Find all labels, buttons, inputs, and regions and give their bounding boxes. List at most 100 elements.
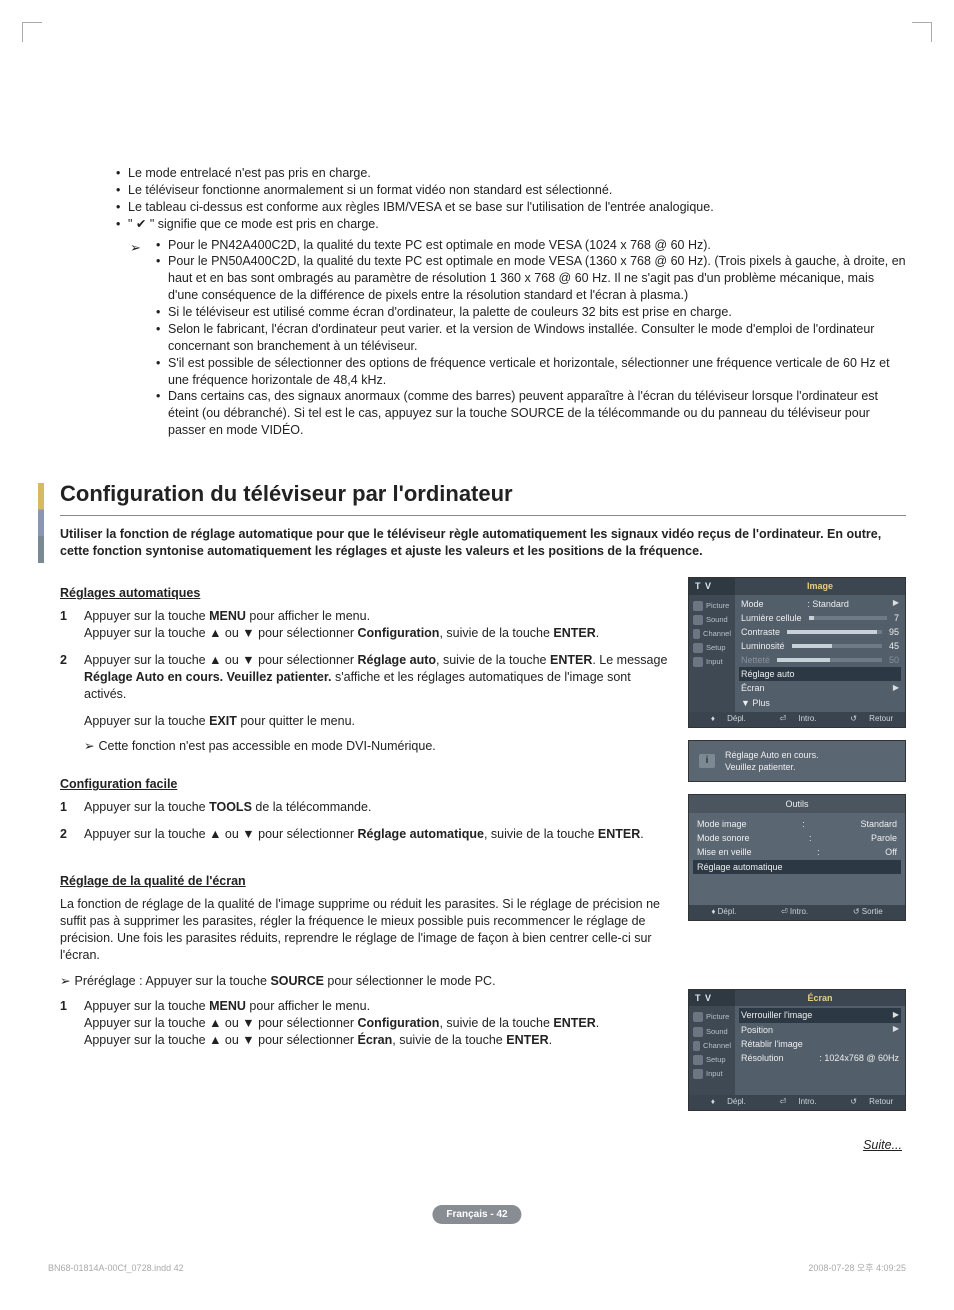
t: Intro. [788, 1097, 816, 1106]
step-text: Appuyer sur la touche ▲ ou ▼ pour sélect… [84, 652, 668, 703]
step-2: 2 Appuyer sur la touche ▲ ou ▼ pour séle… [60, 652, 668, 703]
t: Appuyer sur la touche [84, 800, 209, 814]
osd-footer: ♦ Dépl. ⏎ Intro. ↺ Retour [689, 712, 905, 727]
osd-image-menu: T V Image Picture Sound Channel Setup In… [688, 577, 906, 727]
t: pour sélectionner le mode PC. [324, 974, 496, 988]
picture-icon [693, 601, 703, 611]
t: , suivie de la touche [436, 653, 550, 667]
t: ENTER [598, 827, 640, 841]
top-bullet-list: Le mode entrelacé n'est pas pris en char… [116, 165, 906, 233]
t: Retour [859, 714, 893, 723]
section-intro: Utiliser la fonction de réglage automati… [60, 526, 906, 560]
osd-side-setup: Setup [689, 641, 735, 655]
t: ENTER [506, 1033, 548, 1047]
t: . [640, 827, 643, 841]
t: Lumière cellule [741, 612, 802, 624]
t: . Le message [592, 653, 667, 667]
t: SOURCE [270, 974, 323, 988]
t: . [596, 626, 599, 640]
exit-icon: ↺ Sortie [853, 907, 883, 918]
t: ENTER [550, 653, 592, 667]
t: Appuyer sur la touche ▲ ou ▼ pour sélect… [84, 827, 358, 841]
t: Appuyer sur la touche ▲ ou ▼ pour sélect… [84, 1033, 358, 1047]
osd-footer: ♦ Dépl. ⏎ Intro. ↺ Retour [689, 1095, 905, 1110]
t: EXIT [209, 714, 237, 728]
osd-info-message: i Réglage Auto en cours. Veuillez patien… [688, 740, 906, 782]
picture-icon [693, 1012, 703, 1022]
enter-icon: ⏎ Intro. [769, 714, 816, 725]
t: Picture [706, 1012, 729, 1022]
t: Sound [706, 615, 728, 625]
t: Input [706, 1069, 723, 1079]
return-icon: ↺ Retour [840, 714, 893, 725]
osd-main: Mode: Standard▶ Lumière cellule7 Contras… [735, 595, 905, 712]
t: pour afficher le menu. [246, 609, 370, 623]
step-number: 2 [60, 652, 74, 703]
t: Appuyer sur la touche [84, 609, 209, 623]
t: Intro. [790, 907, 808, 916]
quality-para: La fonction de réglage de la qualité de … [60, 896, 668, 964]
step-text: Appuyer sur la touche MENU pour afficher… [84, 998, 599, 1049]
t: de la télécommande. [252, 800, 372, 814]
t: Contraste [741, 626, 780, 638]
t: TOOLS [209, 800, 252, 814]
t: 95 [889, 626, 899, 638]
osd-ecran-menu: T V Écran Picture Sound Channel Setup In… [688, 989, 906, 1111]
easy-step-1: 1 Appuyer sur la touche TOOLS de la télé… [60, 799, 668, 816]
setup-icon [693, 1055, 703, 1065]
t: Mode sonore [697, 832, 750, 844]
setup-icon [693, 643, 703, 653]
tools-title: Outils [689, 795, 905, 813]
osd-tv-label: T V [689, 990, 735, 1006]
t: 7 [894, 612, 899, 624]
t: Setup [706, 1055, 726, 1065]
t: Channel [703, 1041, 731, 1051]
t: 50 [889, 654, 899, 666]
enter-icon: ⏎ Intro. [781, 907, 808, 918]
t: Dépl. [717, 714, 746, 723]
t: Picture [706, 601, 729, 611]
osd-side-channel: Channel [689, 627, 735, 641]
t: Standard [860, 818, 897, 830]
t: Mode image [697, 818, 747, 830]
bullet: Dans certains cas, des signaux anormaux … [156, 388, 906, 439]
info-icon: i [699, 754, 715, 768]
move-icon: ♦ Dépl. [701, 1097, 746, 1108]
section-marker-icon [38, 483, 44, 563]
step-number: 1 [60, 799, 74, 816]
move-icon: ♦ Dépl. [711, 907, 736, 918]
bullet: Pour le PN50A400C2D, la qualité du texte… [156, 253, 906, 304]
t: Cette fonction n'est pas accessible en m… [98, 739, 435, 753]
t: : Standard [807, 598, 849, 610]
osd-side-sound: Sound [689, 613, 735, 627]
step-number: 1 [60, 998, 74, 1049]
return-icon: ↺ Retour [840, 1097, 893, 1108]
tools-footer: ♦ Dépl. ⏎ Intro. ↺ Sortie [689, 905, 905, 920]
chevron-right-icon: ▶ [893, 1024, 899, 1035]
bullet: Le tableau ci-dessus est conforme aux rè… [116, 199, 906, 216]
t: Parole [871, 832, 897, 844]
osd-tools-menu: Outils Mode image:Standard Mode sonore:P… [688, 794, 906, 922]
subhead-quality: Réglage de la qualité de l'écran [60, 873, 668, 890]
bullet: Si le téléviseur est utilisé comme écran… [156, 304, 906, 321]
t: Rétablir l'image [741, 1038, 803, 1050]
osd-title: Image [735, 578, 905, 594]
bullet: Le mode entrelacé n'est pas pris en char… [116, 165, 906, 182]
t: Résolution [741, 1052, 784, 1064]
t: Mise en veille [697, 846, 752, 858]
osd-side-input: Input [689, 1067, 735, 1081]
t: MENU [209, 609, 246, 623]
bullet: S'il est possible de sélectionner des op… [156, 355, 906, 389]
t: pour afficher le menu. [246, 999, 370, 1013]
t: Appuyer sur la touche ▲ ou ▼ pour sélect… [84, 626, 358, 640]
t: Appuyer sur la touche [84, 714, 209, 728]
t: Réglage auto [358, 653, 437, 667]
osd-side-picture: Picture [689, 1010, 735, 1024]
quality-step-1: 1 Appuyer sur la touche MENU pour affich… [60, 998, 668, 1049]
t: Position [741, 1024, 773, 1036]
footer-timestamp: 2008-07-28 오후 4:09:25 [808, 1262, 906, 1274]
prereg-line: ➢Préréglage : Appuyer sur la touche SOUR… [60, 973, 668, 990]
step-1: 1 Appuyer sur la touche MENU pour affich… [60, 608, 668, 642]
t: Réglage automatique [358, 827, 484, 841]
step-number: 1 [60, 608, 74, 642]
